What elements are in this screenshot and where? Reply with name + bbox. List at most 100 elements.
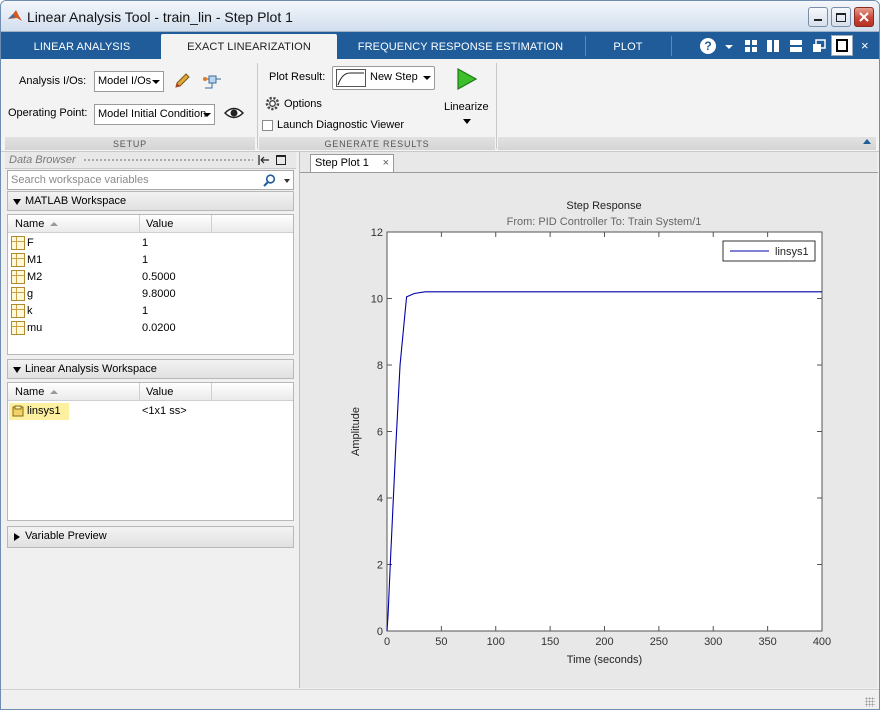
- close-icon[interactable]: ×: [383, 157, 389, 169]
- x-axis-label: Time (seconds): [567, 654, 642, 666]
- maximize-pane-icon[interactable]: [276, 155, 286, 165]
- column-divider: [211, 383, 212, 400]
- table-row[interactable]: g 9.8000: [8, 286, 293, 303]
- column-header-name[interactable]: Name: [15, 218, 44, 230]
- plot-result-value: New Step: [370, 71, 418, 83]
- tab-separator: [671, 36, 672, 56]
- app-window: Linear Analysis Tool - train_lin - Step …: [0, 0, 880, 710]
- x-tick-label: 200: [595, 636, 613, 648]
- search-placeholder: Search workspace variables: [11, 174, 149, 186]
- undock-icon[interactable]: [258, 155, 270, 166]
- x-tick-label: 250: [650, 636, 668, 648]
- single-layout-icon: [836, 39, 848, 52]
- var-value: 1: [142, 237, 149, 249]
- gear-icon[interactable]: [265, 96, 280, 111]
- collapse-triangle-icon: [13, 367, 21, 373]
- drag-grip[interactable]: [83, 158, 253, 163]
- variable-preview-title: Variable Preview: [25, 530, 107, 542]
- launch-diagnostic-label: Launch Diagnostic Viewer: [277, 119, 404, 131]
- table-header: Name Value: [8, 383, 293, 401]
- matlab-workspace-header[interactable]: MATLAB Workspace: [7, 191, 294, 211]
- table-row[interactable]: k1: [8, 303, 293, 320]
- tile-layout-icon[interactable]: [744, 39, 758, 53]
- table-row[interactable]: F1: [8, 235, 293, 252]
- view-eye-icon[interactable]: [224, 106, 244, 120]
- edit-pencil-icon[interactable]: [173, 72, 191, 90]
- linear-analysis-workspace-title: Linear Analysis Workspace: [25, 363, 157, 375]
- column-header-name[interactable]: Name: [15, 386, 44, 398]
- section-divider: [257, 63, 258, 149]
- maximize-icon: [836, 12, 846, 22]
- maximize-button[interactable]: [831, 7, 851, 27]
- title-bar[interactable]: Linear Analysis Tool - train_lin - Step …: [1, 1, 879, 32]
- search-options-icon[interactable]: [284, 179, 290, 183]
- var-name: M2: [27, 271, 43, 283]
- expand-triangle-icon: [14, 533, 20, 541]
- matlab-workspace-table: Name Value F1 M1 1 M2 0.5000 g 9.8000 k1 mu…: [7, 214, 294, 355]
- generate-results-section-label: GENERATE RESULTS: [259, 137, 495, 150]
- variable-preview-header[interactable]: Variable Preview: [7, 526, 294, 548]
- analysis-ios-label: Analysis I/Os:: [19, 75, 87, 87]
- tab-frequency-response-estimation[interactable]: FREQUENCY RESPONSE ESTIMATION: [338, 34, 583, 59]
- chart-legend[interactable]: linsys1: [722, 240, 816, 262]
- table-row[interactable]: M1 1: [8, 252, 293, 269]
- matrix-variable-icon: [11, 236, 25, 250]
- minimize-button[interactable]: [808, 7, 828, 27]
- resize-grip-icon[interactable]: [865, 697, 875, 707]
- table-header: Name Value: [8, 215, 293, 233]
- left-right-layout-icon[interactable]: [766, 39, 780, 53]
- help-dropdown-icon[interactable]: [725, 45, 733, 49]
- linearize-button[interactable]: Linearize: [444, 101, 489, 113]
- column-header-value[interactable]: Value: [146, 386, 173, 398]
- close-tab-icon[interactable]: ×: [861, 38, 869, 53]
- x-tick-label: 150: [541, 636, 559, 648]
- table-row[interactable]: M2 0.5000: [8, 269, 293, 286]
- single-layout-button[interactable]: [831, 35, 853, 56]
- table-row[interactable]: mu 0.0200: [8, 320, 293, 337]
- setup-section-label: SETUP: [5, 137, 255, 150]
- legend-label: linsys1: [775, 246, 809, 258]
- linear-analysis-workspace-header[interactable]: Linear Analysis Workspace: [7, 359, 294, 379]
- tab-step-plot-1[interactable]: Step Plot 1 ×: [310, 154, 394, 172]
- collapse-toolstrip-icon[interactable]: [863, 139, 871, 144]
- search-icon[interactable]: [263, 174, 276, 187]
- column-header-value[interactable]: Value: [146, 218, 173, 230]
- step-response-chart[interactable]: Step Response From: PID Controller To: T…: [300, 174, 878, 688]
- x-tick-label: 50: [435, 636, 447, 648]
- launch-diagnostic-checkbox[interactable]: [262, 120, 273, 131]
- operating-point-label: Operating Point:: [8, 107, 88, 119]
- linearize-play-icon[interactable]: [456, 67, 478, 91]
- chart-title: Step Response: [566, 200, 641, 212]
- y-tick-label: 8: [377, 360, 383, 372]
- tab-exact-linearization[interactable]: EXACT LINEARIZATION: [161, 34, 337, 59]
- tab-plot[interactable]: PLOT: [586, 34, 670, 59]
- tab-linear-analysis[interactable]: LINEAR ANALYSIS: [5, 34, 159, 59]
- y-tick-label: 2: [377, 560, 383, 572]
- analysis-ios-dropdown[interactable]: Model I/Os: [94, 71, 164, 92]
- top-bottom-layout-icon[interactable]: [789, 39, 803, 53]
- float-layout-icon[interactable]: [812, 39, 826, 53]
- var-value: 1: [142, 254, 149, 266]
- chart-subtitle: From: PID Controller To: Train System/1: [507, 216, 702, 228]
- linear-analysis-workspace-table: Name Value linsys1 <1x1 ss>: [7, 382, 294, 521]
- var-value: <1x1 ss>: [142, 405, 187, 417]
- x-tick-label: 300: [704, 636, 722, 648]
- y-tick-label: 10: [371, 294, 383, 306]
- search-input[interactable]: Search workspace variables: [7, 170, 294, 190]
- collapse-triangle-icon: [13, 199, 21, 205]
- step-plot-tab-label: Step Plot 1: [315, 157, 369, 169]
- chevron-down-icon: [203, 113, 211, 117]
- plot-result-dropdown[interactable]: New Step: [332, 66, 435, 90]
- y-tick-label: 4: [377, 493, 383, 505]
- x-tick-label: 350: [758, 636, 776, 648]
- linearize-dropdown-icon[interactable]: [463, 119, 471, 124]
- table-row[interactable]: linsys1 <1x1 ss>: [8, 403, 293, 420]
- ribbon-tabstrip: LINEAR ANALYSIS EXACT LINEARIZATION FREQ…: [1, 32, 879, 59]
- operating-point-dropdown[interactable]: Model Initial Condition: [94, 104, 215, 125]
- close-window-button[interactable]: [854, 7, 874, 27]
- help-icon[interactable]: ?: [700, 38, 716, 54]
- step-plot-thumbnail-icon: [336, 69, 366, 87]
- matrix-variable-icon: [11, 270, 25, 284]
- io-signal-icon[interactable]: [202, 71, 222, 91]
- options-button[interactable]: Options: [284, 98, 322, 110]
